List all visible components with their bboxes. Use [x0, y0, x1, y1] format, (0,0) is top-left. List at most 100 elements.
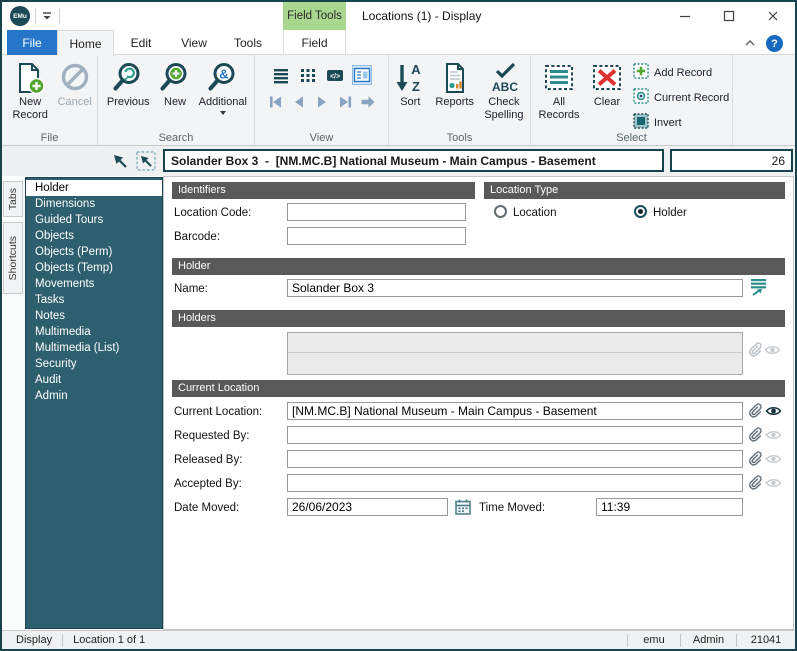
- reports-button[interactable]: Reports: [430, 58, 480, 109]
- tab-home[interactable]: Home: [57, 30, 114, 56]
- title-bar: EMu Field Tools Locations (1) - Display: [2, 2, 795, 30]
- new-search-button[interactable]: New: [157, 58, 194, 109]
- date-moved-label: Date Moved:: [174, 502, 239, 514]
- sidebar-item-objects-perm[interactable]: Objects (Perm): [26, 244, 162, 260]
- released-by-input[interactable]: [287, 450, 743, 468]
- sidebar-item-movements[interactable]: Movements: [26, 276, 162, 292]
- main-area: Tabs Shortcuts Holder Dimensions Guided …: [2, 176, 795, 630]
- list-view-icon[interactable]: [271, 65, 291, 85]
- lookup-list-icon[interactable]: [749, 278, 769, 297]
- details-view-icon[interactable]: [352, 65, 372, 85]
- holders-attach-icon[interactable]: [746, 341, 763, 358]
- add-record-button[interactable]: Add Record: [633, 63, 729, 82]
- tab-view[interactable]: View: [168, 30, 220, 55]
- record-header-strip: Solander Box 3 - [NM.MC.B] National Muse…: [2, 146, 795, 176]
- svg-text:</>: </>: [330, 73, 340, 80]
- svg-text:&: &: [219, 66, 228, 81]
- check-spelling-button[interactable]: ABC Check Spelling: [480, 58, 528, 122]
- sidebar-item-multimedia[interactable]: Multimedia: [26, 324, 162, 340]
- accepted-by-input[interactable]: [287, 474, 743, 492]
- sidebar-item-objects-temp[interactable]: Objects (Temp): [26, 260, 162, 276]
- calendar-icon[interactable]: [454, 498, 472, 516]
- time-moved-input[interactable]: [596, 498, 743, 516]
- sort-icon: A Z: [393, 59, 427, 96]
- sidebar-item-objects[interactable]: Objects: [26, 228, 162, 244]
- invert-selection-button[interactable]: Invert: [633, 113, 729, 132]
- minimize-button[interactable]: [663, 2, 707, 30]
- holder-radio-label: Holder: [653, 207, 687, 219]
- previous-search-button[interactable]: Previous: [100, 58, 157, 109]
- name-input[interactable]: [287, 279, 743, 297]
- requested-by-view-icon[interactable]: [765, 429, 782, 441]
- all-records-button[interactable]: All Records: [533, 58, 585, 122]
- sidebar-item-admin[interactable]: Admin: [26, 388, 162, 404]
- released-by-view-icon[interactable]: [765, 453, 782, 465]
- goto-record-icon[interactable]: [358, 92, 378, 112]
- maximize-button[interactable]: [707, 2, 751, 30]
- location-radio[interactable]: [494, 205, 507, 218]
- sidebar-item-notes[interactable]: Notes: [26, 308, 162, 324]
- additional-search-button[interactable]: & Additional: [194, 58, 252, 115]
- barcode-input[interactable]: [287, 227, 466, 245]
- drag-select-icon[interactable]: [136, 151, 156, 176]
- tab-field[interactable]: Field: [283, 30, 346, 55]
- quick-access-dropdown-icon[interactable]: [40, 9, 54, 23]
- tab-file[interactable]: File: [7, 30, 57, 55]
- holders-grid-row: [288, 353, 742, 373]
- cancel-button[interactable]: Cancel: [54, 58, 95, 109]
- current-location-input[interactable]: [287, 402, 743, 420]
- section-holders: Holders: [172, 310, 785, 327]
- code-view-icon[interactable]: </>: [325, 65, 345, 85]
- location-code-label: Location Code:: [174, 207, 251, 219]
- accepted-by-view-icon[interactable]: [765, 477, 782, 489]
- accepted-by-attach-icon[interactable]: [746, 474, 763, 491]
- collapse-ribbon-icon[interactable]: [743, 36, 757, 50]
- location-radio-label: Location: [513, 207, 556, 219]
- sort-button[interactable]: A Z Sort: [391, 58, 430, 109]
- tab-list-panel: Holder Dimensions Guided Tours Objects O…: [25, 177, 163, 629]
- close-button[interactable]: [751, 2, 795, 30]
- sidebar-item-dimensions[interactable]: Dimensions: [26, 196, 162, 212]
- ribbon-group-select: All Records Clear Add Record: [531, 55, 733, 145]
- sidebar-item-security[interactable]: Security: [26, 356, 162, 372]
- sidebar-item-tasks[interactable]: Tasks: [26, 292, 162, 308]
- sidebar-item-audit[interactable]: Audit: [26, 372, 162, 388]
- tab-tools[interactable]: Tools: [220, 30, 276, 55]
- requested-by-input[interactable]: [287, 426, 743, 444]
- sidebar-item-guided-tours[interactable]: Guided Tours: [26, 212, 162, 228]
- help-button[interactable]: ?: [766, 35, 783, 52]
- last-record-icon[interactable]: [335, 92, 355, 112]
- first-record-icon[interactable]: [266, 92, 286, 112]
- requested-by-attach-icon[interactable]: [746, 426, 763, 443]
- strip-tab-shortcuts[interactable]: Shortcuts: [3, 222, 23, 294]
- grid-view-icon[interactable]: [298, 65, 318, 85]
- strip-tab-tabs[interactable]: Tabs: [3, 181, 23, 217]
- current-record-button[interactable]: Current Record: [633, 88, 729, 107]
- cancel-icon: [58, 59, 92, 96]
- drag-arrow-icon[interactable]: [110, 151, 130, 176]
- current-location-attach-icon[interactable]: [746, 402, 763, 419]
- holder-radio[interactable]: [634, 205, 647, 218]
- released-by-attach-icon[interactable]: [746, 450, 763, 467]
- maximize-icon: [723, 10, 735, 22]
- holders-view-icon[interactable]: [764, 344, 781, 356]
- svg-text:ABC: ABC: [492, 80, 518, 94]
- status-session: 21041: [737, 634, 795, 646]
- requested-by-label: Requested By:: [174, 430, 249, 442]
- sidebar-item-holder[interactable]: Holder: [26, 180, 162, 196]
- ribbon-tab-row: File Home Edit View Tools Field ?: [2, 30, 795, 55]
- current-location-view-icon[interactable]: [765, 405, 782, 417]
- clear-selection-button[interactable]: Clear: [585, 58, 629, 109]
- group-label-search: Search: [98, 132, 254, 144]
- previous-record-icon[interactable]: [289, 92, 309, 112]
- select-small-buttons: Add Record Current Record Invert: [633, 58, 729, 132]
- holders-grid[interactable]: [287, 332, 743, 375]
- location-code-input[interactable]: [287, 203, 466, 221]
- date-moved-input[interactable]: [287, 498, 448, 516]
- tab-edit[interactable]: Edit: [114, 30, 168, 55]
- status-bar: Display Location 1 of 1 emu Admin 21041: [2, 630, 795, 649]
- sidebar-item-multimedia-list[interactable]: Multimedia (List): [26, 340, 162, 356]
- new-record-button[interactable]: New Record: [6, 58, 54, 122]
- next-record-icon[interactable]: [312, 92, 332, 112]
- additional-dropdown-arrow: [220, 111, 226, 115]
